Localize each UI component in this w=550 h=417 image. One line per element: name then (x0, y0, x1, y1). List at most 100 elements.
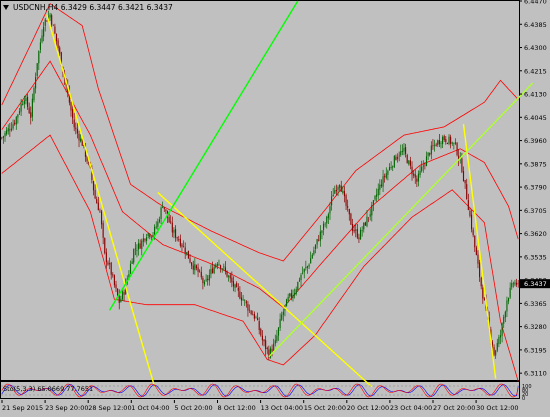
candle-body (297, 281, 299, 291)
candle-body (255, 317, 257, 318)
candle-body (316, 239, 318, 245)
candle-body (517, 283, 519, 285)
candle-body (183, 246, 185, 247)
candle-body (191, 262, 193, 266)
candle-body (440, 143, 442, 144)
candle-body (343, 191, 346, 197)
candle-body (424, 164, 426, 166)
candle-body (400, 151, 402, 156)
candle-body (33, 88, 35, 101)
candle-body (477, 254, 479, 264)
candle-body (237, 287, 239, 291)
price-tick-label: 6.4385 (524, 21, 547, 29)
candle-body (374, 196, 376, 200)
candle-body (248, 309, 251, 311)
candle-body (6, 130, 8, 135)
candle-body (257, 318, 259, 321)
candle-body (368, 217, 370, 219)
candle-body (339, 185, 341, 188)
candle-body (208, 274, 210, 281)
candle-body (472, 229, 474, 236)
candle-body (142, 238, 144, 242)
candle-body (414, 174, 416, 178)
candle-body (493, 347, 495, 355)
candle-body (327, 214, 329, 219)
candle-body (289, 293, 291, 297)
candle-body (184, 247, 186, 254)
candle-body (200, 272, 202, 278)
candle-body (443, 135, 445, 140)
candle-body (1, 137, 3, 139)
price-tick-label: 6.4300 (524, 44, 547, 52)
current-price-label: 6.3437 (524, 280, 547, 288)
candle-body (94, 190, 96, 199)
candle-body (244, 300, 246, 301)
candle-body (359, 229, 362, 240)
candle-body (41, 35, 43, 42)
candle-body (14, 122, 16, 125)
candle-body (435, 144, 437, 146)
candle-body (263, 339, 265, 342)
candle-body (205, 279, 207, 281)
candle-body (405, 147, 407, 154)
candle-body (187, 250, 189, 259)
candle-body (52, 25, 54, 27)
candle-body (51, 15, 53, 25)
candle-body (213, 266, 215, 274)
price-tick-label: 6.3110 (524, 370, 547, 378)
candle-body (456, 143, 458, 156)
candle-body (247, 303, 249, 311)
candle-body (363, 222, 365, 230)
candle-body (419, 170, 421, 175)
candle-body (433, 144, 436, 146)
candle-body (311, 254, 313, 259)
candle-body (55, 33, 58, 42)
price-tick-label: 6.4215 (524, 67, 547, 75)
chart-window[interactable]: 6.4470 6.4385 6.4300 6.4215 6.4130 6.4045 6.39… (0, 0, 550, 413)
candle-body (258, 321, 260, 331)
time-tick-label: 5 Oct 20:00 (174, 404, 212, 412)
candle-body (229, 275, 231, 279)
candle-body (171, 222, 173, 233)
candle-body (390, 167, 392, 169)
candle-body (326, 216, 328, 224)
candle-body (376, 194, 378, 197)
candle-body (358, 237, 360, 240)
time-tick-label: 28 Sep 12:00 (88, 404, 131, 412)
candle-body (234, 284, 236, 288)
candle-body (348, 208, 350, 215)
candle-body (4, 132, 6, 137)
candle-body (100, 211, 103, 225)
candle-body (453, 142, 455, 144)
candle-body (361, 230, 363, 232)
candle-body (393, 155, 395, 167)
candle-body (498, 337, 500, 345)
candle-body (466, 184, 468, 200)
candle-body (162, 206, 164, 208)
candle-body (446, 142, 448, 144)
candle-body (92, 181, 95, 191)
candle-body (281, 314, 283, 320)
candle-body (157, 221, 159, 227)
candle-body (331, 196, 333, 206)
price-tick-label: 6.3875 (524, 160, 547, 168)
price-chart[interactable]: 6.4470 6.4385 6.4300 6.4215 6.4130 6.4045 6.39… (0, 0, 550, 413)
candle-body (30, 112, 32, 118)
candle-body (20, 104, 22, 112)
symbol-header: USDCNH,H4 6.3429 6.3447 6.3421 6.3437 (3, 3, 173, 12)
candle-body (240, 297, 243, 301)
candle-body (292, 294, 294, 299)
candle-body (290, 293, 292, 297)
time-tick-label: 8 Oct 12:00 (218, 404, 256, 412)
candle-body (318, 239, 320, 241)
candle-body (120, 298, 122, 303)
candle-body (202, 278, 204, 284)
time-tick-label: 27 Oct 20:00 (433, 404, 475, 412)
candle-body (454, 142, 457, 144)
candle-body (277, 327, 280, 336)
candle-body (342, 190, 344, 194)
candle-body (232, 281, 235, 287)
candle-body (221, 268, 223, 270)
candle-body (384, 176, 386, 177)
time-tick-label: 23 Oct 04:00 (390, 404, 432, 412)
